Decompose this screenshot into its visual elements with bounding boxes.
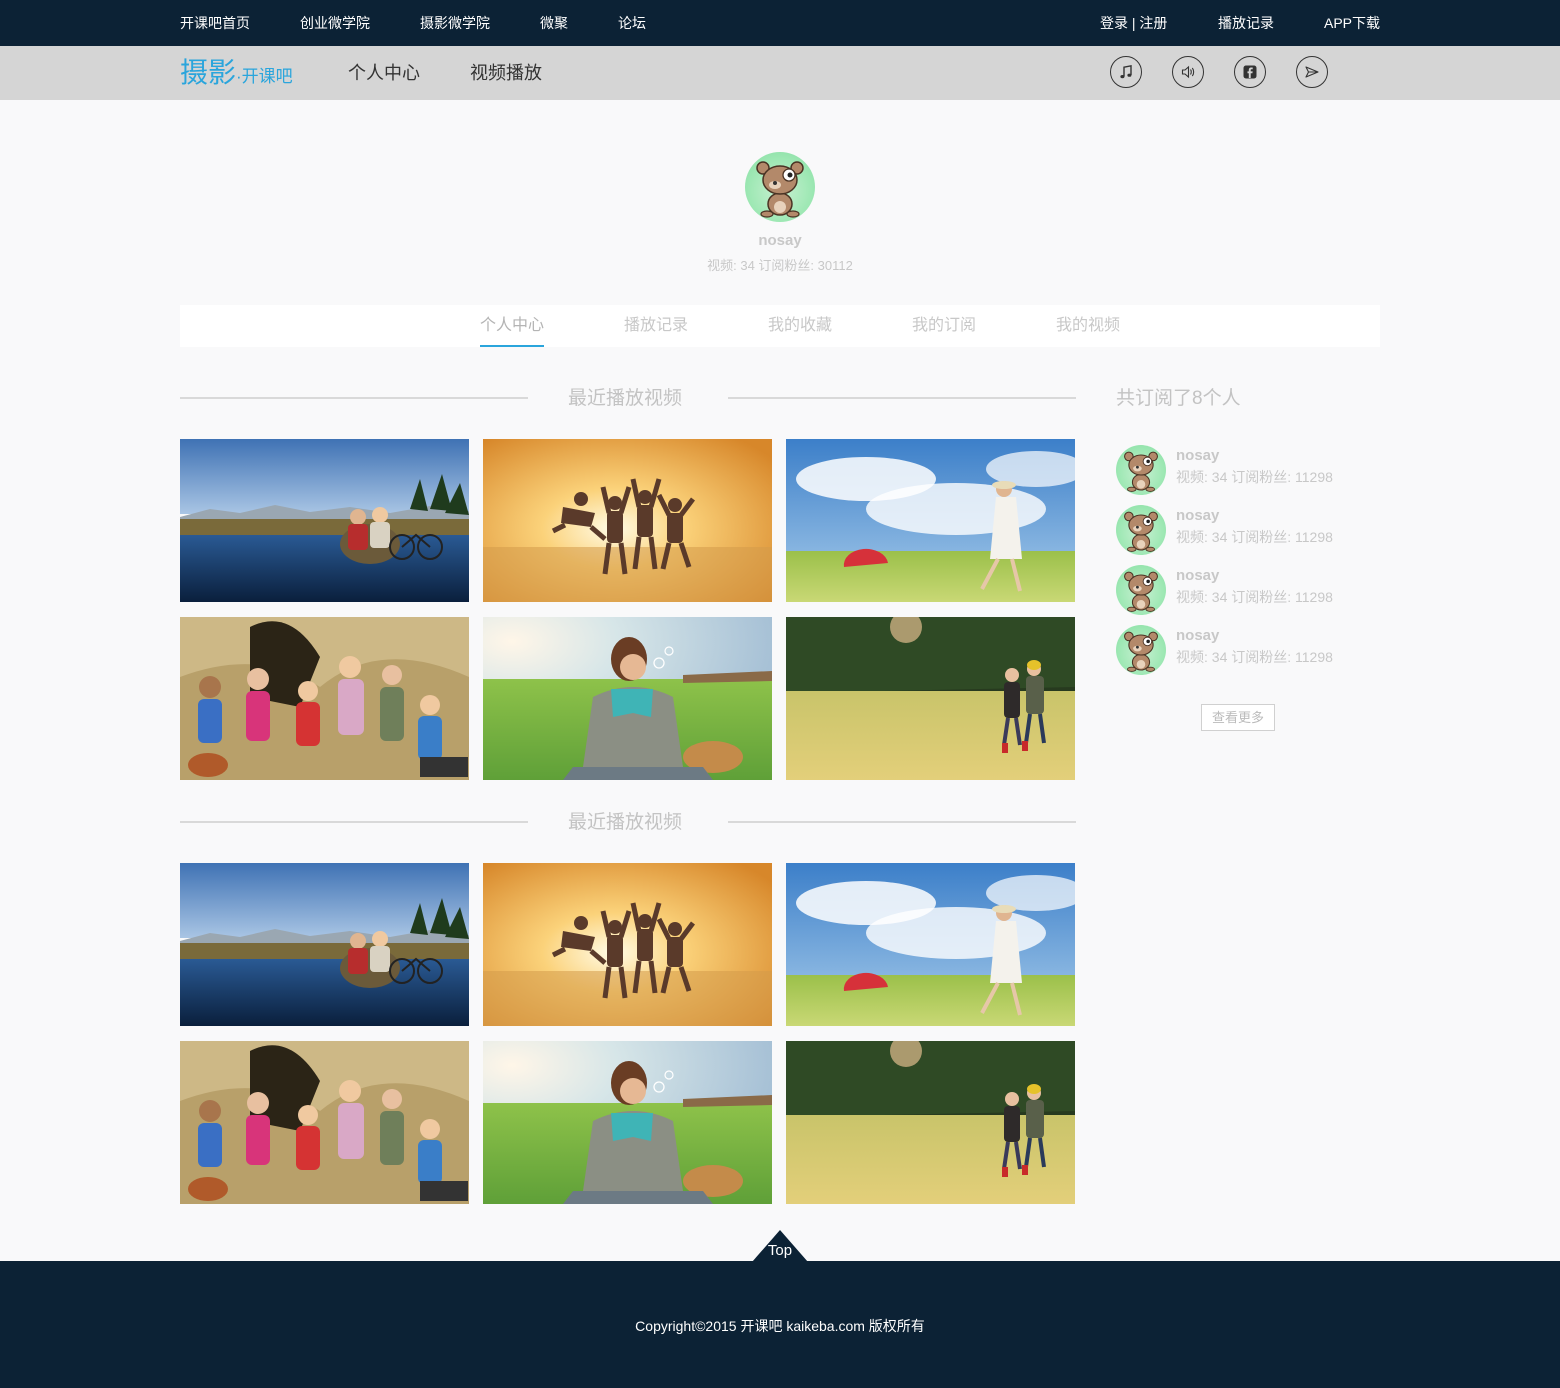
- view-more-button[interactable]: 查看更多: [1201, 704, 1275, 731]
- subscription-stats: 视频: 34 订阅粉丝: 11298: [1176, 529, 1333, 545]
- section-divider-right: [728, 397, 1076, 399]
- subscription-avatar[interactable]: [1116, 505, 1166, 555]
- subscription-avatar[interactable]: [1116, 445, 1166, 495]
- section-divider-left: [180, 397, 528, 399]
- subscription-item[interactable]: nosay 视频: 34 订阅粉丝: 11298: [1116, 625, 1376, 675]
- video-thumbnail[interactable]: [786, 1041, 1075, 1204]
- nav-link-forum[interactable]: 论坛: [618, 14, 646, 32]
- video-thumbnail[interactable]: [483, 439, 772, 602]
- section-divider-right: [728, 821, 1076, 823]
- field-walk-image: [786, 617, 1075, 780]
- bear-avatar-icon: [1124, 571, 1158, 612]
- nav-link-home[interactable]: 开课吧首页: [180, 14, 250, 32]
- top-nav-bar: 开课吧首页 创业微学院 摄影微学院 微聚 论坛 登录 | 注册 播放记录 APP…: [0, 0, 1560, 46]
- tab-my-favorites[interactable]: 我的收藏: [768, 317, 832, 335]
- subnav-video-play[interactable]: 视频播放: [470, 62, 542, 84]
- section-title-recent-1: 最近播放视频: [568, 388, 683, 409]
- profile-username: nosay: [758, 232, 802, 249]
- subscription-item[interactable]: nosay 视频: 34 订阅粉丝: 11298: [1116, 505, 1376, 555]
- nav-link-app-download[interactable]: APP下载: [1324, 14, 1380, 32]
- copyright-text: Copyright©2015 开课吧 kaikeba.com 版权所有: [635, 1318, 925, 1334]
- send-button[interactable]: [1296, 56, 1328, 88]
- footer: Copyright©2015 开课吧 kaikeba.com 版权所有: [0, 1261, 1560, 1388]
- umbrella-meadow-image: [786, 863, 1075, 1026]
- profile-tabs: 个人中心 播放记录 我的收藏 我的订阅 我的视频: [180, 305, 1380, 347]
- beach-jumping-image: [483, 863, 772, 1026]
- profile-avatar[interactable]: [745, 152, 815, 222]
- kids-hay-picnic-image: [180, 1041, 469, 1204]
- tab-play-history[interactable]: 播放记录: [624, 317, 688, 335]
- video-thumbnail[interactable]: [483, 1041, 772, 1204]
- subscriptions-title: 共订阅了8个人: [1116, 388, 1241, 409]
- bear-avatar-icon: [756, 161, 804, 218]
- video-thumbnail[interactable]: [180, 617, 469, 780]
- nav-link-weiju[interactable]: 微聚: [540, 14, 568, 32]
- subscription-name[interactable]: nosay: [1176, 507, 1219, 525]
- profile-stats: 视频: 34 订阅粉丝: 30112: [707, 258, 853, 273]
- bubbles-woman-image: [483, 617, 772, 780]
- nav-link-photo-academy[interactable]: 摄影微学院: [420, 14, 490, 32]
- video-thumbnail[interactable]: [786, 863, 1075, 1026]
- section-title-recent-2: 最近播放视频: [568, 812, 683, 833]
- subscription-item[interactable]: nosay 视频: 34 订阅粉丝: 11298: [1116, 445, 1376, 495]
- field-walk-image: [786, 1041, 1075, 1204]
- video-thumbnail[interactable]: [180, 439, 469, 602]
- bubbles-woman-image: [483, 1041, 772, 1204]
- subscription-stats: 视频: 34 订阅粉丝: 11298: [1176, 469, 1333, 485]
- tab-my-videos[interactable]: 我的视频: [1056, 317, 1120, 335]
- bear-avatar-icon: [1124, 511, 1158, 552]
- send-icon: [1305, 66, 1319, 78]
- lake-hikers-image: [180, 863, 469, 1026]
- logo-main-text: 摄影: [180, 57, 237, 88]
- back-to-top-label[interactable]: Top: [752, 1242, 808, 1260]
- facebook-icon: [1243, 65, 1257, 79]
- lake-hikers-image: [180, 439, 469, 602]
- active-tab-indicator: [480, 345, 544, 347]
- tab-personal-center[interactable]: 个人中心: [480, 317, 544, 335]
- video-thumbnail[interactable]: [786, 617, 1075, 780]
- facebook-button[interactable]: [1234, 56, 1266, 88]
- music-icon: [1120, 64, 1132, 79]
- video-thumbnail[interactable]: [483, 863, 772, 1026]
- logo-sub-text: ·开课吧: [236, 67, 293, 86]
- music-button[interactable]: [1110, 56, 1142, 88]
- login-register-link[interactable]: 登录 | 注册: [1100, 14, 1167, 32]
- subscription-name[interactable]: nosay: [1176, 627, 1219, 645]
- nav-link-play-history[interactable]: 播放记录: [1218, 14, 1274, 32]
- site-logo[interactable]: 摄影·开课吧: [180, 56, 293, 94]
- video-thumbnail[interactable]: [786, 439, 1075, 602]
- sub-header: 摄影·开课吧 个人中心 视频播放: [0, 46, 1560, 100]
- beach-jumping-image: [483, 439, 772, 602]
- video-thumbnail[interactable]: [180, 863, 469, 1026]
- nav-link-startup-academy[interactable]: 创业微学院: [300, 14, 370, 32]
- subscription-stats: 视频: 34 订阅粉丝: 11298: [1176, 589, 1333, 605]
- subnav-personal-center[interactable]: 个人中心: [348, 62, 420, 84]
- tab-my-subscriptions[interactable]: 我的订阅: [912, 317, 976, 335]
- bear-avatar-icon: [1124, 631, 1158, 672]
- subscription-item[interactable]: nosay 视频: 34 订阅粉丝: 11298: [1116, 565, 1376, 615]
- volume-button[interactable]: [1172, 56, 1204, 88]
- section-divider-left: [180, 821, 528, 823]
- subscription-name[interactable]: nosay: [1176, 447, 1219, 465]
- video-thumbnail[interactable]: [180, 1041, 469, 1204]
- subscription-avatar[interactable]: [1116, 625, 1166, 675]
- umbrella-meadow-image: [786, 439, 1075, 602]
- subscription-avatar[interactable]: [1116, 565, 1166, 615]
- kids-hay-picnic-image: [180, 617, 469, 780]
- video-thumbnail[interactable]: [483, 617, 772, 780]
- subscription-stats: 视频: 34 订阅粉丝: 11298: [1176, 649, 1333, 665]
- subscription-name[interactable]: nosay: [1176, 567, 1219, 585]
- volume-icon: [1181, 65, 1195, 79]
- bear-avatar-icon: [1124, 451, 1158, 492]
